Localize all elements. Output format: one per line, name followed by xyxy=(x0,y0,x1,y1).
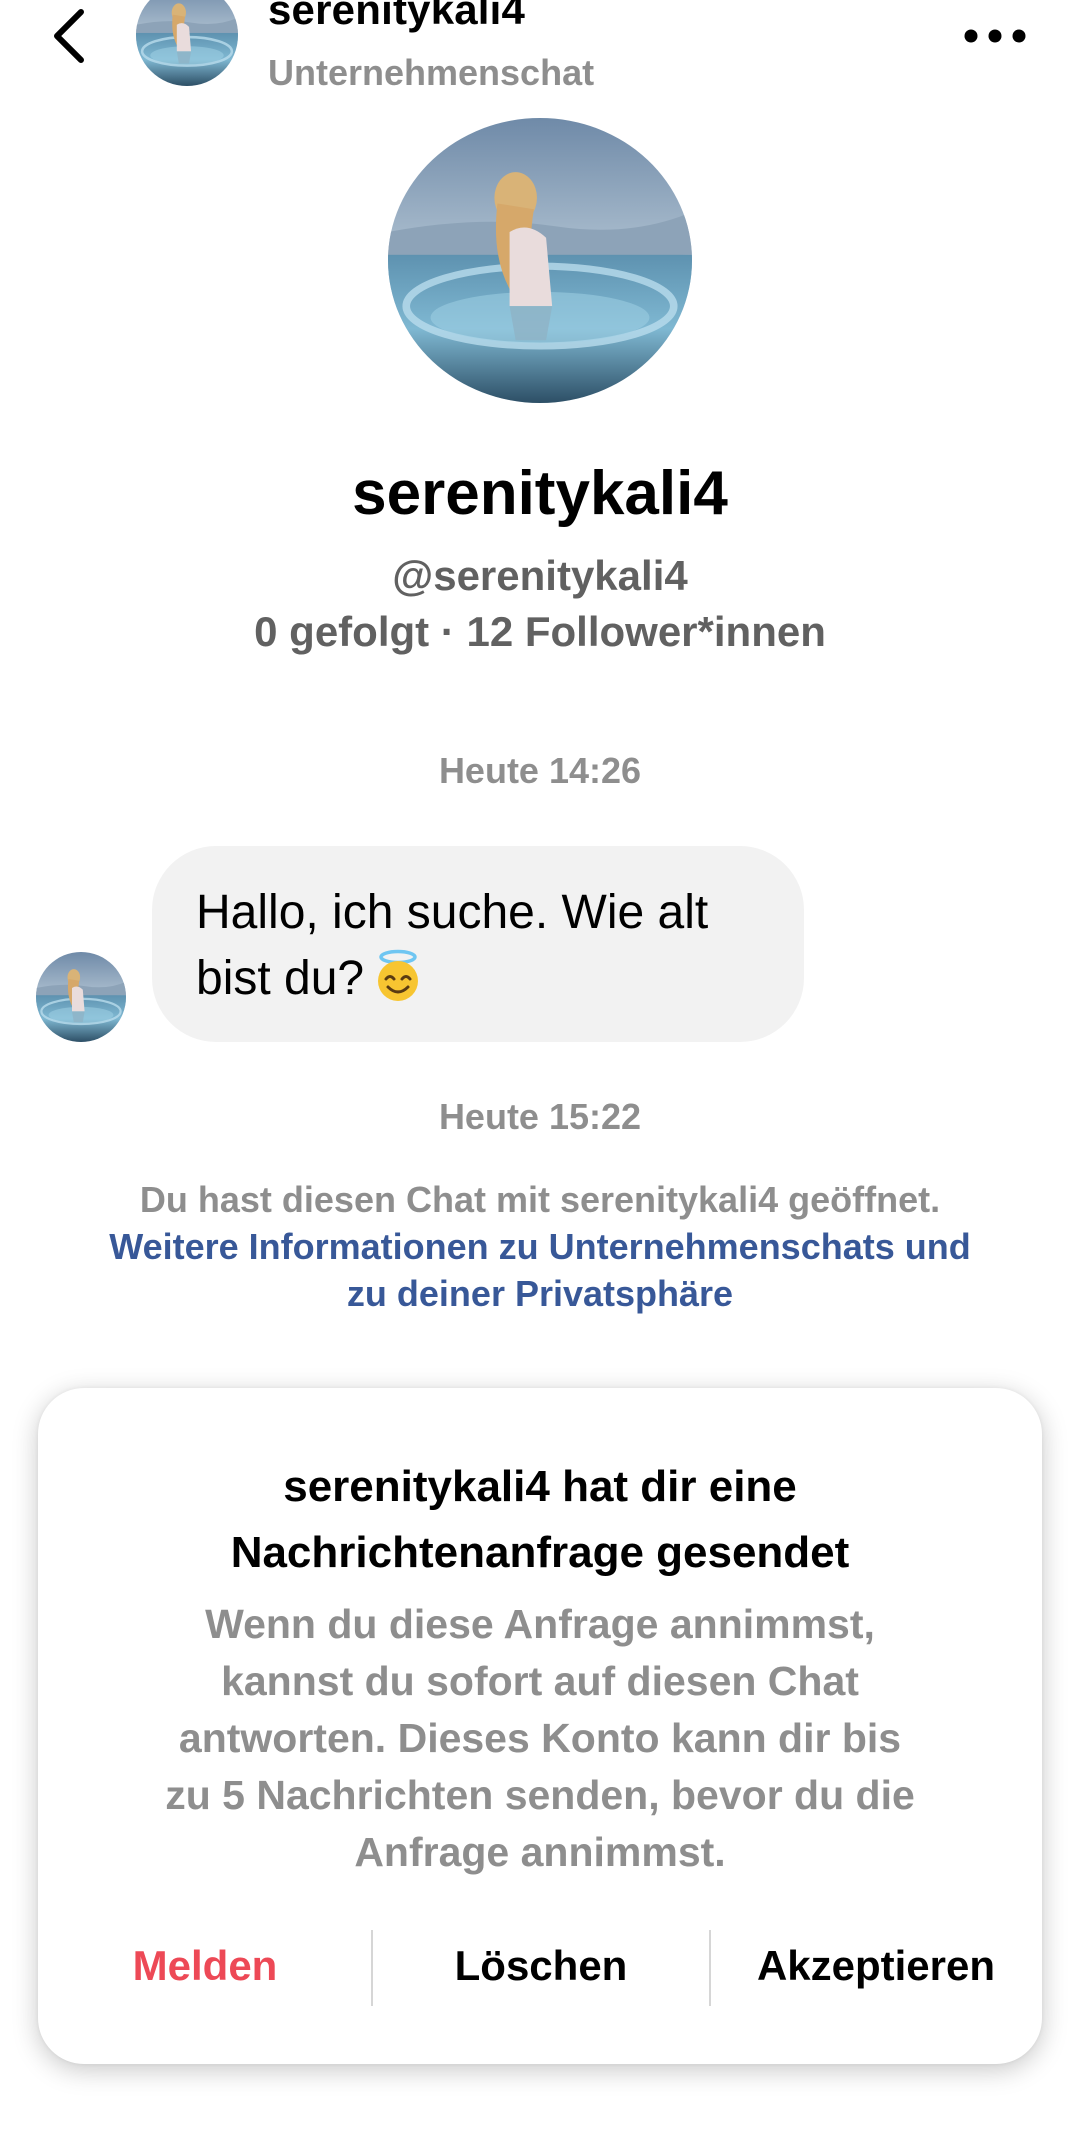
chat-header: serenitykali4 Unternehmenschat xyxy=(0,0,1080,110)
back-button[interactable] xyxy=(44,4,94,68)
message-text-line: Hallo, ich suche. Wie alt xyxy=(196,886,709,939)
privacy-info-link[interactable]: Weitere Informationen zu Unternehmenscha… xyxy=(60,1223,1020,1270)
request-description-line: kannst du sofort auf diesen Chat xyxy=(221,1658,859,1704)
header-avatar[interactable] xyxy=(136,0,238,86)
request-title-line: Nachrichtenanfrage gesendet xyxy=(230,1528,850,1577)
chat-notice: Du hast diesen Chat mit serenitykali4 ge… xyxy=(60,1176,1020,1317)
more-options-button[interactable] xyxy=(958,14,1032,58)
report-button[interactable]: Melden xyxy=(38,1926,372,2006)
message-timestamp: Heute 14:26 xyxy=(438,750,642,791)
header-subtitle: Unternehmenschat xyxy=(268,52,595,93)
request-description: Wenn du diese Anfrage annimmst, kannst d… xyxy=(78,1596,1002,1881)
message-text: bist du? xyxy=(196,952,365,1005)
profile-avatar[interactable] xyxy=(388,118,692,403)
message-timestamp: Heute 15:22 xyxy=(438,1096,642,1137)
request-description-line: Wenn du diese Anfrage annimmst, xyxy=(205,1601,875,1647)
delete-button[interactable]: Löschen xyxy=(372,1926,710,2006)
notice-text: Du hast diesen Chat mit serenitykali4 ge… xyxy=(139,1179,941,1220)
more-horizontal-icon xyxy=(964,29,1026,43)
accept-button[interactable]: Akzeptieren xyxy=(710,1926,1042,2006)
profile-stats: 0 gefolgt · 12 Follower*innen xyxy=(254,608,826,655)
header-username[interactable]: serenitykali4 xyxy=(268,0,525,34)
chevron-left-icon xyxy=(54,9,84,63)
request-title: serenitykali4 hat dir eine Nachrichtenan… xyxy=(68,1454,1012,1586)
request-description-line: Anfrage annimmst. xyxy=(354,1829,726,1875)
request-actions: Melden Löschen Akzeptieren xyxy=(38,1926,1042,2006)
message-text-line: bist du? xyxy=(196,946,764,1022)
privacy-info-link[interactable]: zu deiner Privatsphäre xyxy=(60,1270,1020,1317)
sender-avatar[interactable] xyxy=(36,952,126,1042)
smiling-face-with-halo-icon xyxy=(370,948,426,1022)
message-bubble[interactable]: Hallo, ich suche. Wie alt bist du? xyxy=(152,846,804,1042)
request-title-line: serenitykali4 hat dir eine xyxy=(283,1462,797,1511)
message-request-card: serenitykali4 hat dir eine Nachrichtenan… xyxy=(38,1388,1042,2064)
profile-name: serenitykali4 xyxy=(352,459,728,528)
request-description-line: zu 5 Nachrichten senden, bevor du die xyxy=(165,1772,915,1818)
profile-handle: @serenitykali4 xyxy=(392,552,688,599)
request-description-line: antworten. Dieses Konto kann dir bis xyxy=(178,1715,902,1761)
